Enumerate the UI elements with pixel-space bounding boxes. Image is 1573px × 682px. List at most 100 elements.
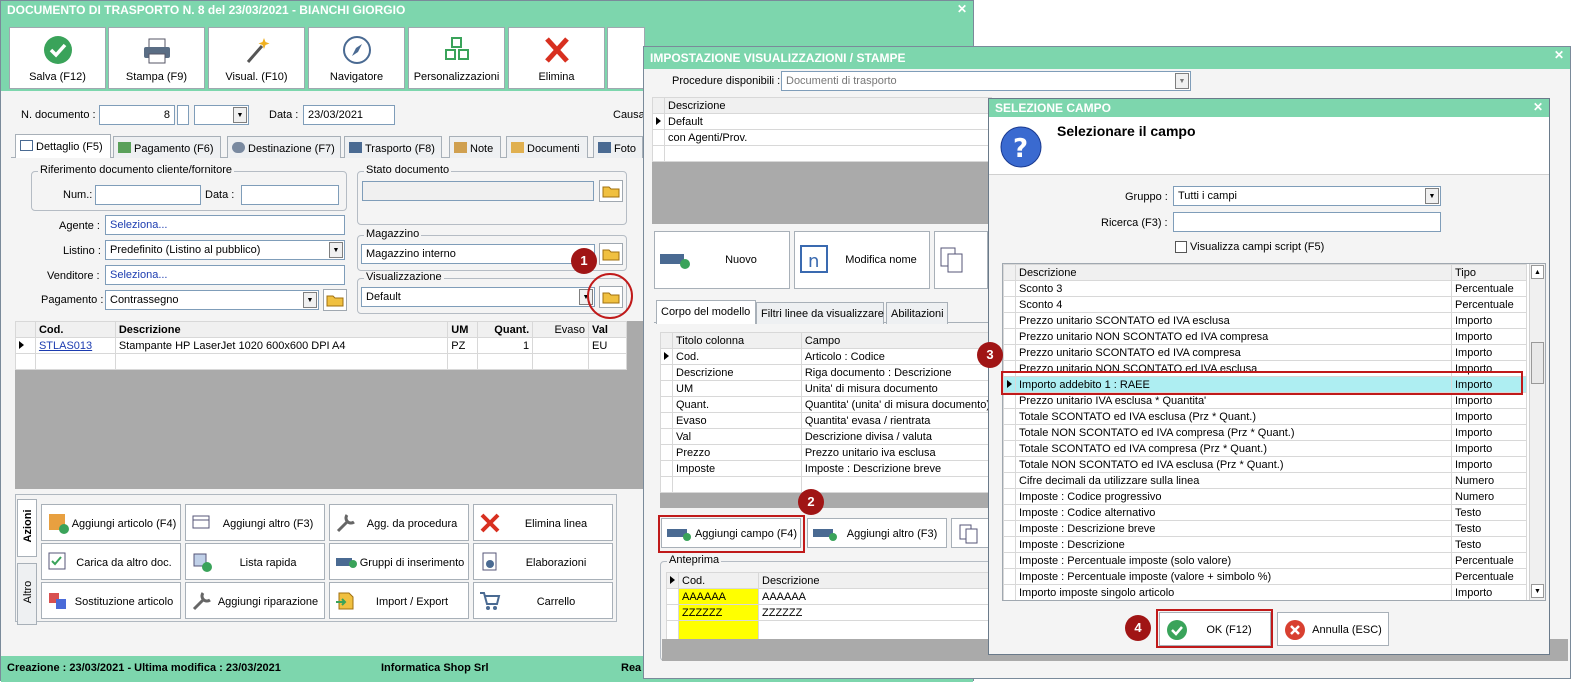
table-row[interactable]: Imposte : Percentuale imposte (solo valo… [1003,552,1527,569]
insert-groups-button[interactable]: Gruppi di inserimento [329,543,469,580]
list-item[interactable]: Default [652,113,992,130]
ref-date-field[interactable] [241,185,339,205]
proc-combo[interactable]: Documenti di trasporto ▼ [781,71,1191,91]
doc-series-combo[interactable]: ▼ [194,105,249,125]
load-from-doc-button[interactable]: Carica da altro doc. [41,543,181,580]
chevron-down-icon[interactable]: ▼ [233,107,247,123]
table-row[interactable]: STLAS013 Stampante HP LaserJet 1020 600x… [15,337,627,354]
side-tab-altro[interactable]: Altro [17,563,37,625]
save-button[interactable]: Salva (F12) [9,27,106,89]
table-row[interactable]: Imposte : Descrizione Testo [1003,536,1527,553]
cart-button[interactable]: Carrello [473,582,613,619]
article-grid: Cod. Descrizione UM Quant. Evaso Val STL… [15,321,627,370]
table-row[interactable]: Prezzo Prezzo unitario iva esclusa [660,444,995,461]
table-row[interactable]: Imposte : Codice alternativo Testo [1003,504,1527,521]
scroll-thumb[interactable] [1531,342,1544,384]
table-row[interactable]: Prezzo unitario SCONTATO ed IVA esclusa I… [1003,312,1527,329]
magazzino-folder-button[interactable] [599,243,623,265]
copy-model-button[interactable] [934,231,988,289]
table-row[interactable]: Evaso Quantita' evasa / rientrata [660,412,995,429]
add-article-button[interactable]: Aggiungi articolo (F4) [41,504,181,541]
chevron-down-icon[interactable]: ▼ [1175,73,1189,89]
scroll-up-icon[interactable]: ▲ [1531,265,1544,279]
tab-dettaglio[interactable]: Dettaglio (F5) [15,134,111,158]
table-row[interactable]: Totale SCONTATO ed IVA compresa (Prz * Q… [1003,440,1527,457]
search-input[interactable] [1173,212,1441,232]
customize-button[interactable]: Personalizzazioni [408,27,505,89]
tab-destinazione[interactable]: Destinazione (F7) [227,136,341,158]
navigator-button[interactable]: Navigatore [308,27,405,89]
fields-scrollbar[interactable]: ▲ ▼ [1529,264,1545,600]
import-export-button[interactable]: Import / Export [329,582,469,619]
add-repair-button[interactable]: Aggiungi riparazione [185,582,325,619]
select-close-icon[interactable]: ✕ [1533,100,1543,114]
table-row[interactable]: Sconto 3 Percentuale [1003,280,1527,297]
doc-number-field[interactable]: 8 [99,105,175,125]
delete-line-button[interactable]: Elimina linea [473,504,613,541]
doc-number-spin[interactable] [177,105,189,125]
chevron-down-icon[interactable]: ▼ [1425,188,1439,204]
date-field[interactable]: 23/03/2021 [303,105,395,125]
chevron-down-icon[interactable]: ▼ [303,292,317,308]
venditore-field[interactable]: Seleziona... [105,265,345,285]
tab-abilitazioni[interactable]: Abilitazioni [886,302,948,324]
delete-button[interactable]: Elimina [508,27,605,89]
import-export-icon [336,592,354,610]
print-button[interactable]: Stampa (F9) [108,27,205,89]
status-field[interactable] [362,181,594,201]
add-other-button[interactable]: Aggiungi altro (F3) [185,504,325,541]
pagamento-combo[interactable]: Contrassegno ▼ [105,290,319,310]
tab-trasporto[interactable]: Trasporto (F8) [344,136,442,158]
elaborations-button[interactable]: Elaborazioni [473,543,613,580]
status-folder-button[interactable] [599,180,623,202]
num-field[interactable] [95,185,201,205]
rename-model-button[interactable]: n Modifica nome [794,231,930,289]
table-row[interactable]: Importo imposte singolo articolo Importo [1003,584,1527,600]
table-row[interactable]: Prezzo unitario NON SCONTATO ed IVA comp… [1003,328,1527,345]
table-row[interactable]: Totale SCONTATO ed IVA esclusa (Prz * Qu… [1003,408,1527,425]
cancel-button[interactable]: Annulla (ESC) [1277,612,1389,646]
table-row[interactable]: Quant. Quantita' (unita' di misura docume… [660,396,995,413]
tab-foto[interactable]: Foto [593,136,643,158]
table-row[interactable]: Totale NON SCONTATO ed IVA compresa (Prz… [1003,424,1527,441]
table-row[interactable]: Cifre decimali da utilizzare sulla linea… [1003,472,1527,489]
add-from-procedure-button[interactable]: Agg. da procedura [329,504,469,541]
visualizzazione-combo[interactable]: Default ▼ [361,287,595,307]
side-tab-azioni[interactable]: Azioni [17,499,37,557]
quick-list-button[interactable]: Lista rapida [185,543,325,580]
list-item[interactable]: con Agenti/Prov. [652,129,992,146]
extra-toolbar-button[interactable] [607,27,645,89]
table-row[interactable]: UM Unita' di misura documento [660,380,995,397]
main-close-icon[interactable]: ✕ [957,2,967,16]
settings-close-icon[interactable]: ✕ [1554,48,1564,62]
magazzino-field[interactable]: Magazzino interno [361,244,595,264]
table-row[interactable]: Imposte : Descrizione breve Testo [1003,520,1527,537]
table-row[interactable]: Imposte : Codice progressivo Numero [1003,488,1527,505]
add-article-icon [49,514,69,534]
table-row[interactable]: Val Descrizione divisa / valuta [660,428,995,445]
tab-corpo-modello[interactable]: Corpo del modello [656,300,756,324]
replace-article-button[interactable]: Sostituzione articolo [41,582,181,619]
tab-filtri-linee[interactable]: Filtri linee da visualizzare [756,302,884,324]
table-row[interactable]: Descrizione Riga documento : Descrizione [660,364,995,381]
tab-note[interactable]: Note [449,136,501,158]
chevron-down-icon[interactable]: ▼ [329,242,343,258]
new-model-button[interactable]: Nuovo [654,231,790,289]
script-checkbox[interactable] [1175,241,1187,253]
table-row[interactable]: Cod. Articolo : Codice [660,348,995,365]
tab-documenti[interactable]: Documenti [506,136,588,158]
listino-combo[interactable]: Predefinito (Listino al pubblico) ▼ [105,240,345,260]
tab-pagamento[interactable]: Pagamento (F6) [113,136,221,158]
table-row[interactable]: Imposte : Percentuale imposte (valore + … [1003,568,1527,585]
table-row[interactable]: Imposte Imposte : Descrizione breve [660,460,995,477]
table-row[interactable]: Totale NON SCONTATO ed IVA esclusa (Prz … [1003,456,1527,473]
table-row[interactable]: Prezzo unitario SCONTATO ed IVA compresa… [1003,344,1527,361]
pagamento-folder-button[interactable] [323,289,347,311]
table-row[interactable]: Sconto 4 Percentuale [1003,296,1527,313]
add-other-field-button[interactable]: Aggiungi altro (F3) [807,518,947,548]
scroll-down-icon[interactable]: ▼ [1531,584,1544,598]
visual-button[interactable]: Visual. (F10) [208,27,305,89]
copy-field-button[interactable] [951,518,991,548]
group-combo[interactable]: Tutti i campi ▼ [1173,186,1441,206]
agent-field[interactable]: Seleziona... [105,215,345,235]
